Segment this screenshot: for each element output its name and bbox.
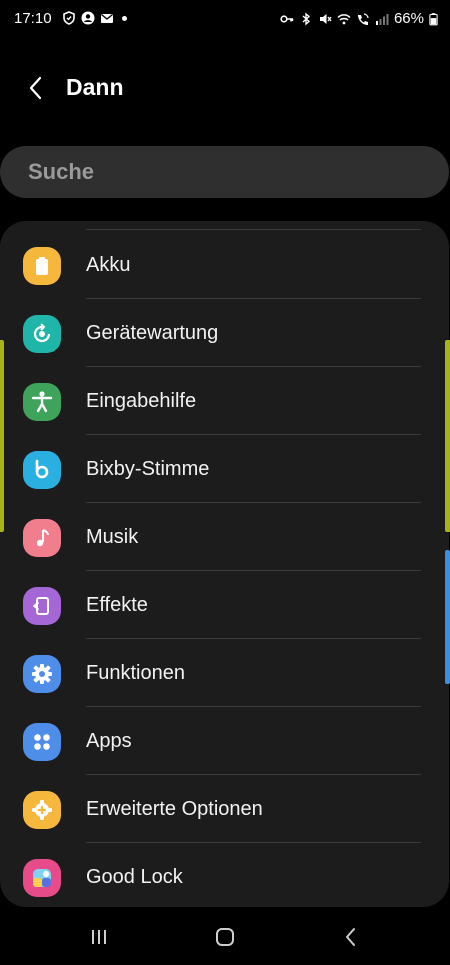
settings-list: Akku Gerätewartung Eingabehilfe Bixby-St… bbox=[0, 221, 449, 907]
list-item-label: Musik bbox=[86, 526, 139, 548]
recents-icon bbox=[92, 930, 106, 944]
list-item-label: Apps bbox=[86, 730, 132, 752]
status-right: 66% bbox=[280, 10, 438, 27]
account-icon bbox=[81, 11, 95, 25]
list-item-erweiterte-optionen[interactable]: Erweiterte Optionen bbox=[0, 775, 449, 843]
divider bbox=[86, 229, 421, 230]
signal-icon bbox=[375, 13, 389, 25]
back-icon bbox=[346, 928, 355, 946]
list-item-label: Funktionen bbox=[86, 662, 185, 684]
device-care-icon bbox=[23, 315, 61, 353]
home-icon bbox=[216, 928, 234, 946]
list-item-musik[interactable]: Musik bbox=[0, 503, 449, 571]
list-item-label: Eingabehilfe bbox=[86, 390, 197, 412]
battery-percent: 66% bbox=[393, 10, 424, 27]
home-button[interactable] bbox=[210, 922, 240, 952]
edge-panel-handle-left[interactable] bbox=[0, 340, 4, 532]
bluetooth-icon bbox=[302, 12, 311, 25]
status-time: 17:10 bbox=[14, 10, 52, 27]
gear-icon bbox=[23, 655, 61, 693]
wifi-icon bbox=[337, 13, 351, 24]
list-item-bixby-stimme[interactable]: Bixby-Stimme bbox=[0, 435, 449, 503]
music-icon bbox=[23, 519, 61, 557]
wifi-call-icon bbox=[357, 12, 369, 25]
effects-icon bbox=[23, 587, 61, 625]
chevron-left-icon bbox=[29, 76, 42, 100]
nav-back-button[interactable] bbox=[336, 922, 366, 952]
bixby-icon bbox=[23, 451, 61, 489]
header: Dann bbox=[0, 60, 450, 116]
page-title: Dann bbox=[66, 74, 124, 100]
list-item-funktionen[interactable]: Funktionen bbox=[0, 639, 449, 707]
search-input[interactable]: Suche bbox=[0, 146, 449, 198]
list-item-geraetewartung[interactable]: Gerätewartung bbox=[0, 299, 449, 367]
list-item-effekte[interactable]: Effekte bbox=[0, 571, 449, 639]
edge-panel-handle-right[interactable] bbox=[445, 340, 450, 532]
key-icon bbox=[280, 14, 294, 23]
list-item-label: Erweiterte Optionen bbox=[86, 798, 263, 820]
back-button[interactable] bbox=[20, 72, 52, 104]
status-bar: 17:10 66% bbox=[0, 0, 450, 40]
apps-icon bbox=[23, 723, 61, 761]
dot-icon bbox=[122, 15, 127, 21]
list-item-label: Bixby-Stimme bbox=[86, 458, 210, 480]
battery-icon bbox=[23, 247, 61, 285]
navigation-bar bbox=[0, 910, 450, 965]
mail-icon bbox=[101, 13, 113, 23]
list-item-good-lock[interactable]: Good Lock bbox=[0, 843, 449, 907]
list-item-label: Gerätewartung bbox=[86, 322, 219, 344]
list-item-akku[interactable]: Akku bbox=[0, 231, 449, 299]
list-item-eingabehilfe[interactable]: Eingabehilfe bbox=[0, 367, 449, 435]
list-item-apps[interactable]: Apps bbox=[0, 707, 449, 775]
mute-icon bbox=[319, 13, 332, 24]
status-left-icons bbox=[62, 11, 127, 25]
list-item-label: Akku bbox=[86, 254, 131, 276]
good-lock-icon bbox=[23, 859, 61, 897]
recents-button[interactable] bbox=[84, 922, 114, 952]
scrollbar[interactable] bbox=[445, 550, 450, 684]
shield-icon bbox=[63, 11, 75, 25]
battery-icon bbox=[429, 12, 438, 25]
accessibility-icon bbox=[23, 383, 61, 421]
search-placeholder: Suche bbox=[28, 159, 95, 184]
list-item-label: Good Lock bbox=[86, 866, 183, 888]
list-item-label: Effekte bbox=[86, 594, 148, 616]
advanced-gear-icon bbox=[23, 791, 61, 829]
